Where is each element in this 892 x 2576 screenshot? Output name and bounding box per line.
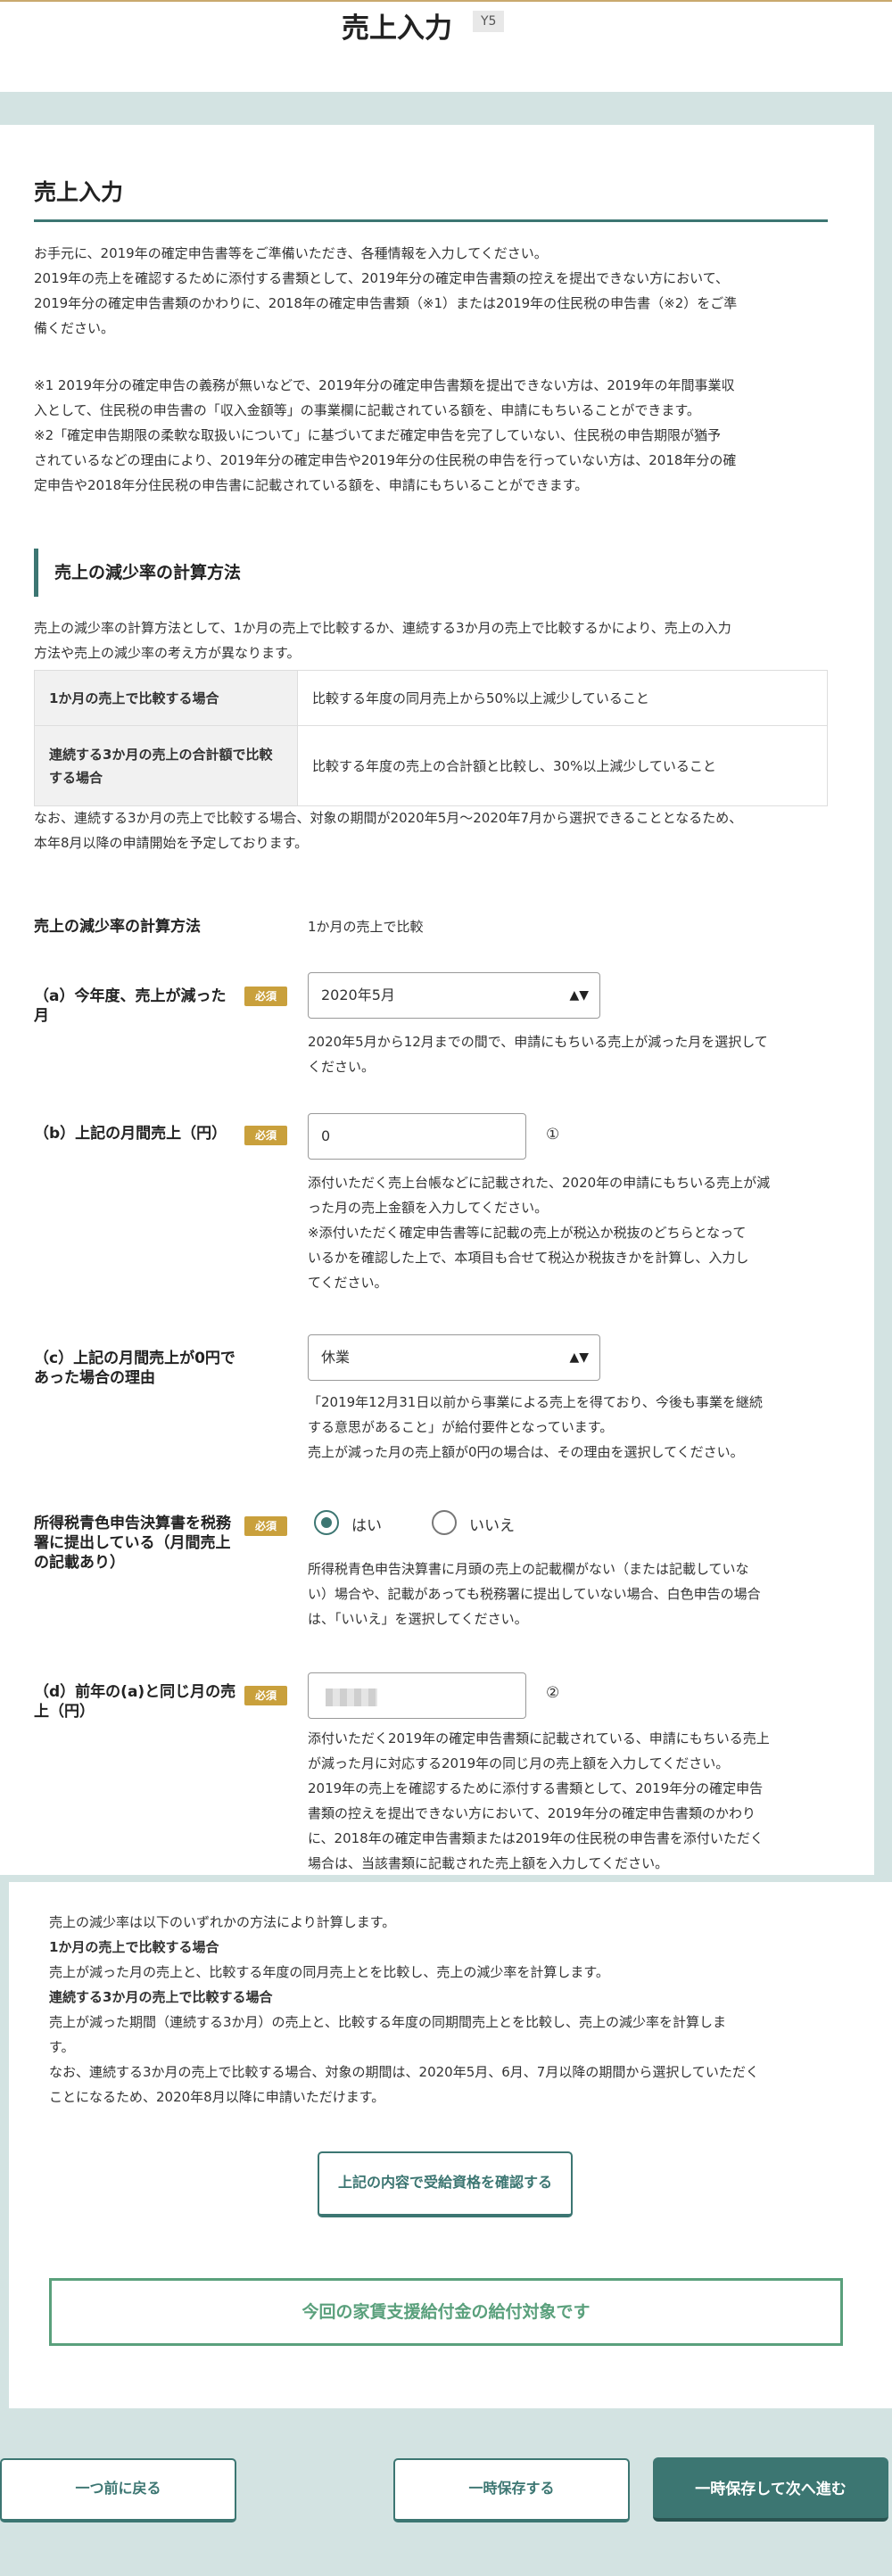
method-value: 1か月の売上で比較	[308, 919, 424, 935]
field-d-label: （d）前年の(a)と同じ月の売上（円）	[34, 1683, 236, 1721]
save-and-next-button[interactable]: 一時保存して次へ進む	[653, 2457, 888, 2522]
eligibility-result: 今回の家賃支援給付金の給付対象です	[49, 2278, 843, 2346]
table-header-cell: 1か月の売上で比較する場合	[34, 670, 298, 726]
field-a-label: （a）今年度、売上が減った月	[34, 987, 227, 1025]
required-badge: 必須	[244, 1686, 287, 1705]
section-title-rule	[34, 219, 828, 222]
calc-method-note: なお、連続する3か月の売上で比較する場合、対象の期間が2020年5月～2020年…	[34, 810, 743, 851]
monthly-sales-input[interactable]: 0	[308, 1113, 526, 1160]
month-select[interactable]: 2020年5月 ▲▼	[308, 972, 600, 1019]
reduction-notes: 売上の減少率は以下のいずれかの方法により計算します。 1か月の売上で比較する場合…	[49, 1914, 759, 2105]
radio-no-label: いいえ	[469, 1517, 515, 1535]
field-b-label: （b）上記の月間売上（円）	[34, 1125, 227, 1143]
page-title: 売上入力	[342, 12, 452, 45]
calc-method-heading: 売上の減少率の計算方法	[34, 549, 828, 597]
required-badge: 必須	[244, 987, 287, 1006]
intro-text: お手元に、2019年の確定申告書等をご準備いただき、各種情報を入力してください。…	[34, 245, 738, 336]
calc-method-description: 売上の減少率の計算方法として、1か月の売上で比較するか、連続する3か月の売上で比…	[34, 620, 731, 661]
field-c-help: 「2019年12月31日以前から事業による売上を得ており、今後も事業を継続 する…	[308, 1394, 763, 1460]
masked-value	[326, 1688, 377, 1706]
save-draft-button[interactable]: 一時保存する	[393, 2458, 630, 2522]
table-row: 1か月の売上で比較する場合 比較する年度の同月売上から50%以上減少していること	[34, 670, 828, 726]
radio-yes[interactable]	[314, 1510, 339, 1535]
zero-sales-reason-select[interactable]: 休業 ▲▼	[308, 1334, 600, 1381]
check-eligibility-button[interactable]: 上記の内容で受給資格を確認する	[318, 2151, 573, 2217]
page-code-badge: Y5	[473, 11, 505, 32]
required-badge: 必須	[244, 1516, 287, 1536]
field-b-help: 添付いただく売上台帳などに記載された、2020年の申請にもちいる売上が減 った月…	[308, 1175, 771, 1291]
field-c-label: （c）上記の月間売上が0円であった場合の理由	[34, 1350, 235, 1387]
radio-yes-label: はい	[351, 1517, 382, 1535]
marker-2: ②	[546, 1684, 560, 1702]
table-row: 連続する3か月の売上の合計額で比較する場合 比較する年度の売上の合計額と比較し、…	[34, 725, 828, 806]
blue-return-label: 所得税青色申告決算書を税務署に提出している（月間売上の記載あり）	[34, 1515, 231, 1572]
calc-method-table: 1か月の売上で比較する場合 比較する年度の同月売上から50%以上減少していること…	[34, 670, 828, 806]
table-cell: 比較する年度の同月売上から50%以上減少していること	[297, 670, 828, 726]
field-d-help: 添付いただく2019年の確定申告書類に記載されている、申請にもちいる売上 が減っ…	[308, 1730, 770, 1871]
table-header-cell: 連続する3か月の売上の合計額で比較する場合	[34, 725, 298, 806]
blue-return-help: 所得税青色申告決算書に月頭の売上の記載欄がない（または記載していな い）場合や、…	[308, 1561, 761, 1627]
radio-no[interactable]	[432, 1510, 457, 1535]
main-card: 売上入力 お手元に、2019年の確定申告書等をご準備いただき、各種情報を入力して…	[0, 125, 874, 1875]
method-label: 売上の減少率の計算方法	[34, 918, 201, 936]
table-cell: 比較する年度の売上の合計額と比較し、30%以上減少していること	[297, 725, 828, 806]
back-button[interactable]: 一つ前に戻る	[0, 2458, 236, 2522]
section-title: 売上入力	[34, 179, 124, 205]
select-caret-icon: ▲▼	[569, 1350, 589, 1365]
field-a-help: 2020年5月から12月までの間で、申請にもちいる売上が減った月を選択して くだ…	[308, 1034, 768, 1075]
required-badge: 必須	[244, 1126, 287, 1145]
footnotes: ※1 2019年分の確定申告の義務が無いなどで、2019年分の確定申告書類を提出…	[34, 377, 737, 493]
marker-1: ①	[546, 1126, 560, 1144]
select-caret-icon: ▲▼	[569, 988, 589, 1003]
page-header: 売上入力 Y5	[0, 0, 892, 92]
